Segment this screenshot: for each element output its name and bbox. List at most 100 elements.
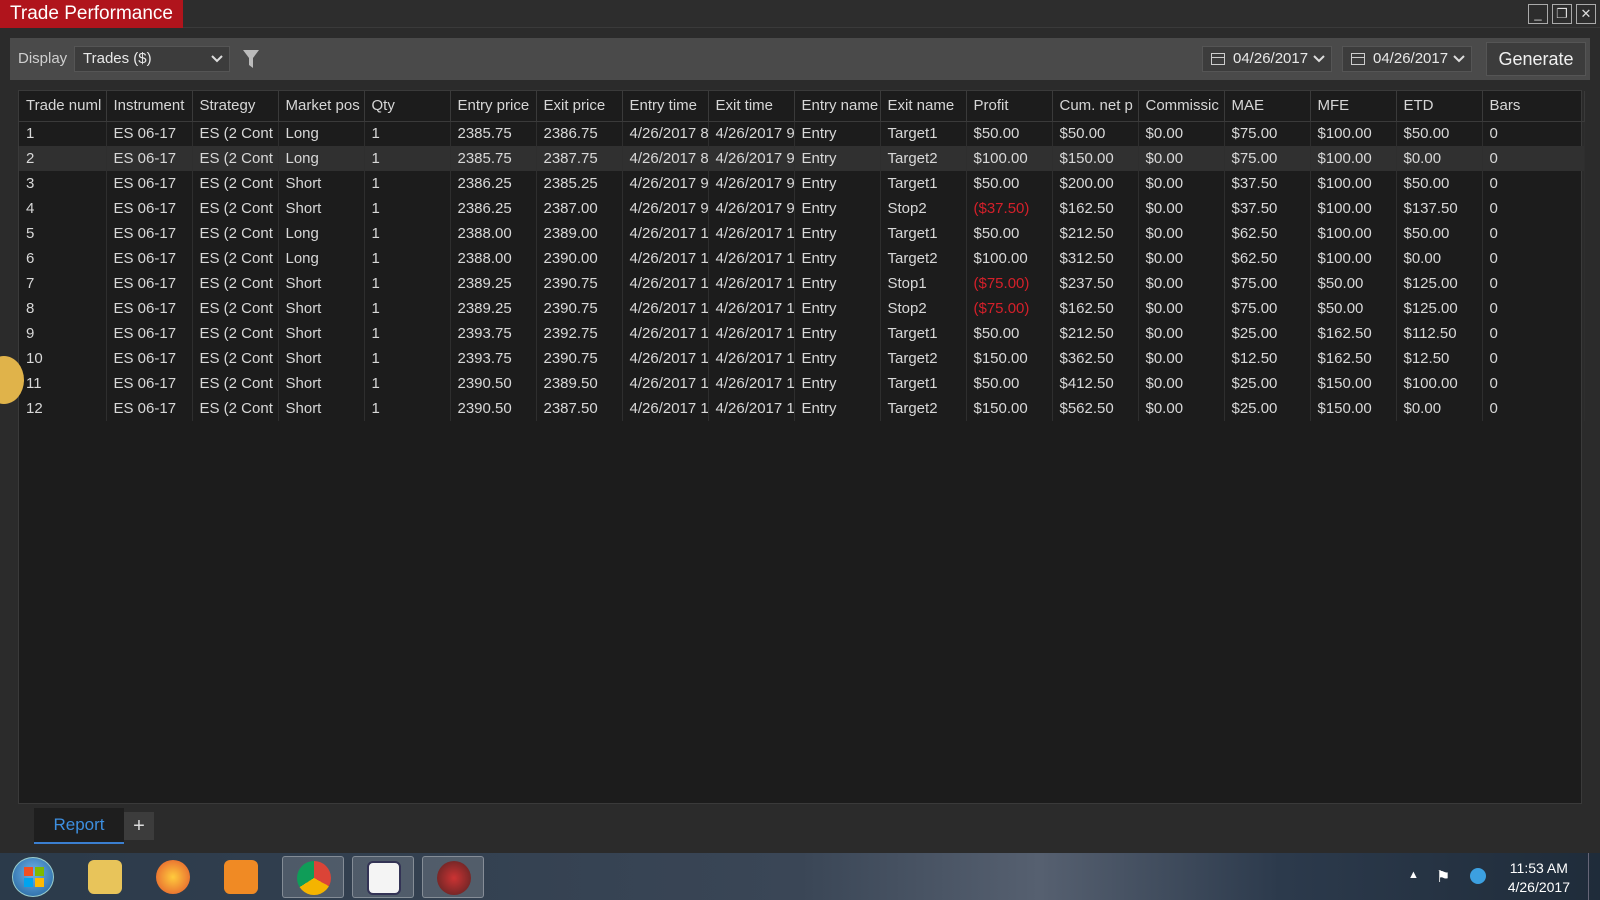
media-player-icon[interactable]	[210, 856, 272, 898]
table-cell: $37.50	[1224, 171, 1311, 196]
show-desktop-button[interactable]	[1588, 853, 1600, 900]
table-row[interactable]: 9 ES 06-17 ES (2 Cont Short 1 2393.75 2392.75 4…	[19, 321, 1585, 346]
column-header[interactable]: Profit	[966, 91, 1053, 122]
table-cell: 1	[364, 246, 451, 271]
ninjatrader-icon[interactable]	[422, 856, 484, 898]
minimize-button[interactable]: _	[1528, 4, 1548, 24]
table-cell: 4/26/2017 1	[622, 346, 709, 371]
table-cell: Entry	[794, 296, 881, 321]
restore-button[interactable]: ❐	[1552, 4, 1572, 24]
generate-button[interactable]: Generate	[1486, 42, 1586, 76]
table-row[interactable]: 4 ES 06-17 ES (2 Cont Short 1 2386.25 2387.00 4…	[19, 196, 1585, 221]
table-cell: Target1	[880, 171, 967, 196]
table-cell: $0.00	[1396, 396, 1483, 421]
table-cell: $100.00	[1310, 121, 1397, 146]
table-cell: 0	[1482, 196, 1585, 221]
table-cell: Target1	[880, 121, 967, 146]
table-cell: 1	[364, 171, 451, 196]
table-cell: Stop2	[880, 296, 967, 321]
table-row[interactable]: 5 ES 06-17 ES (2 Cont Long 1 2388.00 2389.00 4/…	[19, 221, 1585, 246]
column-header[interactable]: MAE	[1224, 91, 1311, 122]
table-cell: 1	[364, 396, 451, 421]
date-to-picker[interactable]: 04/26/2017	[1342, 46, 1472, 72]
calculator-icon[interactable]	[352, 856, 414, 898]
network-icon[interactable]	[1470, 868, 1486, 884]
table-cell: 4/26/2017 9	[622, 171, 709, 196]
table-row[interactable]: 6 ES 06-17 ES (2 Cont Long 1 2388.00 2390.00 4/…	[19, 246, 1585, 271]
table-cell: 4/26/2017 1	[622, 246, 709, 271]
table-cell: 4/26/2017 9	[708, 171, 795, 196]
table-row[interactable]: 10 ES 06-17 ES (2 Cont Short 1 2393.75 2390.75…	[19, 346, 1585, 371]
title-bar[interactable]: Trade Performance _ ❐ ✕	[0, 0, 1600, 28]
table-cell: 2389.25	[450, 296, 537, 321]
close-button[interactable]: ✕	[1576, 4, 1596, 24]
table-row[interactable]: 11 ES 06-17 ES (2 Cont Short 1 2390.50 2389.50…	[19, 371, 1585, 396]
column-header[interactable]: Cum. net p	[1052, 91, 1139, 122]
table-row[interactable]: 1 ES 06-17 ES (2 Cont Long 1 2385.75 2386.75 4/…	[19, 121, 1585, 146]
table-row[interactable]: 2 ES 06-17 ES (2 Cont Long 1 2385.75 2387.75 4/…	[19, 146, 1585, 171]
table-row[interactable]: 7 ES 06-17 ES (2 Cont Short 1 2389.25 2390.75 4…	[19, 271, 1585, 296]
table-cell: $25.00	[1224, 396, 1311, 421]
table-cell: $150.00	[1310, 371, 1397, 396]
table-cell: $112.50	[1396, 321, 1483, 346]
table-row[interactable]: 12 ES 06-17 ES (2 Cont Short 1 2390.50 2387.50…	[19, 396, 1585, 421]
table-cell: 2389.25	[450, 271, 537, 296]
table-cell: $50.00	[966, 121, 1053, 146]
column-header[interactable]: Entry time	[622, 91, 709, 122]
chrome-icon[interactable]	[282, 856, 344, 898]
table-cell: 3	[19, 171, 107, 196]
filter-icon[interactable]	[242, 48, 260, 70]
table-row[interactable]: 8 ES 06-17 ES (2 Cont Short 1 2389.25 2390.75 4…	[19, 296, 1585, 321]
date-from-picker[interactable]: 04/26/2017	[1202, 46, 1332, 72]
table-row[interactable]: 3 ES 06-17 ES (2 Cont Short 1 2386.25 2385.25 4…	[19, 171, 1585, 196]
column-header[interactable]: Commissic	[1138, 91, 1225, 122]
table-cell: 2386.25	[450, 171, 537, 196]
column-header[interactable]: Trade numl	[19, 91, 107, 122]
chevron-down-icon	[1453, 47, 1465, 78]
firefox-icon[interactable]	[142, 856, 204, 898]
table-cell: Short	[278, 296, 365, 321]
column-header[interactable]: Exit time	[708, 91, 795, 122]
table-cell: $0.00	[1138, 171, 1225, 196]
table-cell: $162.50	[1052, 296, 1139, 321]
action-center-flag-icon[interactable]: ⚑	[1436, 867, 1450, 887]
tab-report[interactable]: Report	[34, 808, 124, 844]
table-cell: 0	[1482, 246, 1585, 271]
column-header[interactable]: ETD	[1396, 91, 1483, 122]
clock-date: 4/26/2017	[1507, 879, 1570, 895]
table-cell: 1	[364, 296, 451, 321]
table-cell: 2387.75	[536, 146, 623, 171]
clock[interactable]: 11:53 AM 4/26/2017	[1508, 859, 1570, 897]
table-cell: 1	[364, 121, 451, 146]
column-header[interactable]: Instrument	[106, 91, 193, 122]
column-header[interactable]: Exit price	[536, 91, 623, 122]
display-select[interactable]: Trades ($)	[74, 46, 230, 72]
file-explorer-icon[interactable]	[74, 856, 136, 898]
table-cell: $50.00	[1396, 121, 1483, 146]
table-cell: 4/26/2017 1	[622, 371, 709, 396]
column-header[interactable]: Market pos	[278, 91, 365, 122]
column-header[interactable]: Strategy	[192, 91, 279, 122]
table-cell: 2393.75	[450, 321, 537, 346]
chevron-down-icon	[211, 47, 223, 78]
tray-expand-icon[interactable]: ▲	[1408, 869, 1419, 881]
table-cell: $100.00	[966, 146, 1053, 171]
table-cell: 8	[19, 296, 107, 321]
table-cell: Short	[278, 346, 365, 371]
table-cell: $100.00	[1310, 221, 1397, 246]
column-header[interactable]: Qty	[364, 91, 451, 122]
windows-start-icon[interactable]	[12, 857, 54, 897]
column-header[interactable]: Exit name	[880, 91, 967, 122]
table-cell: 0	[1482, 121, 1585, 146]
table-cell: 1	[364, 321, 451, 346]
add-tab-button[interactable]: +	[124, 812, 154, 840]
table-cell: Entry	[794, 221, 881, 246]
column-header[interactable]: Entry price	[450, 91, 537, 122]
column-header[interactable]: MFE	[1310, 91, 1397, 122]
table-cell: ES (2 Cont	[192, 321, 279, 346]
trades-grid[interactable]: Trade numl Instrument Strategy Market pos Qt…	[18, 90, 1585, 804]
column-header[interactable]: Entry name	[794, 91, 881, 122]
calendar-icon	[1211, 53, 1225, 65]
column-header[interactable]: Bars	[1482, 91, 1585, 122]
table-cell: ES 06-17	[106, 121, 193, 146]
